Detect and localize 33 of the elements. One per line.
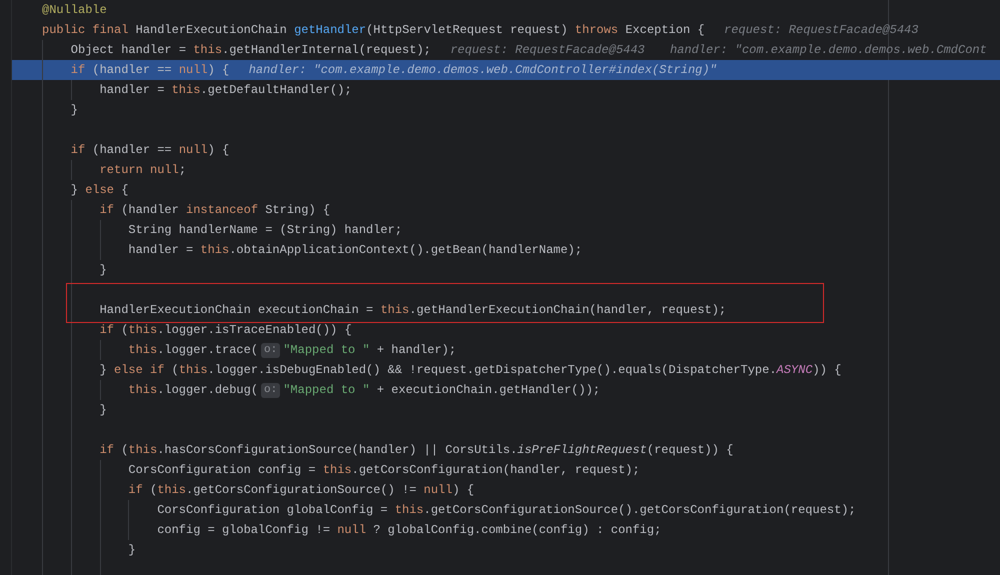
code-text: if (this.logger.isTraceEnabled()) {	[100, 322, 352, 339]
code-text: }	[100, 262, 107, 279]
code-text: String handlerName = (String) handler;	[128, 222, 402, 239]
debug-value: request: RequestFacade@5443	[724, 22, 918, 39]
code-text: if (this.getCorsConfigurationSource() != null) {	[128, 482, 474, 499]
code-text: this.logger.debug(	[128, 382, 258, 399]
code-text: }	[100, 402, 107, 419]
code-text: handler = this.getDefaultHandler();	[100, 82, 352, 99]
code-text: public final HandlerExecutionChain getHandler(HttpServletRequest request) throws Exception {	[42, 22, 705, 39]
parameter-hint: o:	[261, 382, 280, 398]
code-text: handler = this.obtainApplicationContext().getBean(handlerName);	[128, 242, 582, 259]
code-text: } else if (this.logger.isDebugEnabled() && !request.getDispatcherType().equals(DispatcherType.ASYNC)) {	[100, 362, 842, 379]
debug-value: handler: "com.example.demo.demos.web.CmdController#index(String)"	[248, 62, 717, 79]
code-text: CorsConfiguration globalConfig = this.getCorsConfigurationSource().getCorsConfiguration(request);	[157, 502, 856, 519]
debug-value: handler: "com.example.demo.demos.web.CmdCont	[670, 42, 987, 59]
code-text: if (handler instanceof String) {	[100, 202, 330, 219]
code-text: return null;	[100, 162, 186, 179]
code-text: Object handler = this.getHandlerInternal(request);	[70, 42, 431, 59]
code-text: @Nullable	[42, 2, 107, 19]
code-text: config = globalConfig != null ? globalConfig.combine(config) : config;	[157, 522, 662, 539]
code-text: } else {	[70, 182, 128, 199]
parameter-hint: o:	[261, 342, 280, 358]
code-text: "Mapped to " + executionChain.getHandler());	[283, 382, 600, 399]
debug-value: request: RequestFacade@5443	[450, 42, 645, 59]
code-text: if (handler == null) {	[70, 62, 230, 79]
code-text: "Mapped to " + handler);	[283, 342, 456, 359]
code-text: }	[70, 102, 78, 119]
code-text: if (this.hasCorsConfigurationSource(handler) || CorsUtils.isPreFlightRequest(request)) {	[100, 442, 734, 459]
code-text: HandlerExecutionChain executionChain = this.getHandlerExecutionChain(handler, request);	[100, 302, 726, 319]
code-text: CorsConfiguration config = this.getCorsConfiguration(handler, request);	[128, 462, 640, 479]
code-text: }	[128, 542, 136, 559]
code-text: this.logger.trace(	[128, 342, 258, 359]
code-text: if (handler == null) {	[70, 142, 230, 159]
